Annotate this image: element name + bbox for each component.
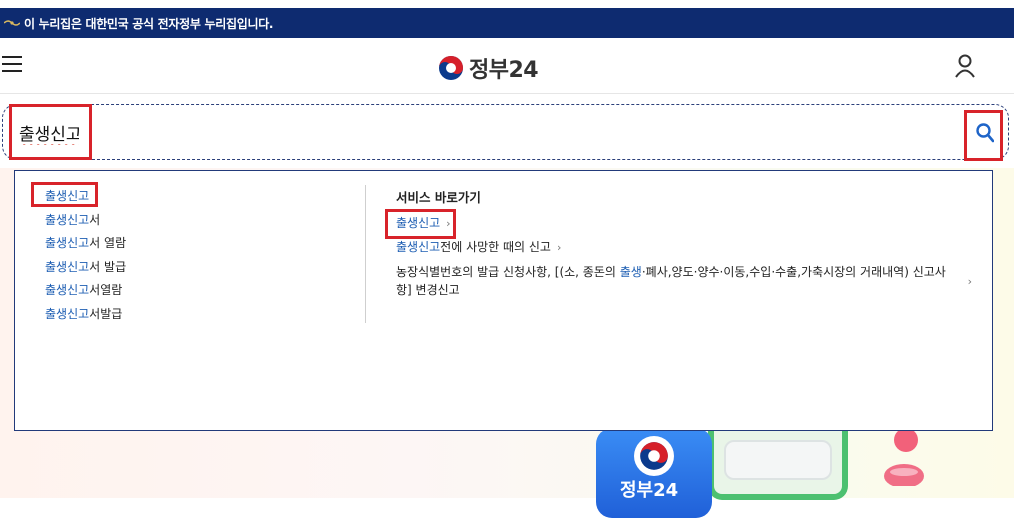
- service-link[interactable]: 농장식별번호의 발급 신청사항, [(소, 종돈의 출생·폐사,양도·양수·이동…: [396, 263, 972, 299]
- card-illustration: [708, 430, 848, 500]
- suggestion-item[interactable]: 출생신고서: [45, 209, 126, 233]
- taegeuk-logo-icon: [439, 56, 463, 80]
- phone-illustration: 정부24: [596, 428, 712, 518]
- service-link[interactable]: 출생신고 ›: [396, 211, 976, 235]
- suggestion-item[interactable]: 출생신고서 발급: [45, 256, 126, 280]
- gov24-logo[interactable]: 정부24: [438, 52, 539, 84]
- search-input-highlight: [9, 104, 92, 160]
- user-icon[interactable]: [954, 54, 976, 78]
- site-header: 정부24: [0, 38, 1014, 94]
- phone-label: 정부24: [620, 480, 679, 501]
- autocomplete-dropdown: 출생신고 출생신고서 출생신고서 열람 출생신고서 발급 출생신고서열람 출생신…: [14, 170, 993, 431]
- service-shortcuts: 서비스 바로가기 출생신고 › 출생신고전에 사망한 때의 신고 › 농장식별번호의…: [396, 187, 976, 299]
- chevron-right-icon: ›: [556, 241, 562, 254]
- person-illustration: [878, 426, 928, 488]
- gov-official-banner: 이 누리집은 대한민국 공식 전자정부 누리집입니다.: [0, 8, 1014, 38]
- service-link[interactable]: 출생신고전에 사망한 때의 신고 ›: [396, 235, 976, 259]
- suggestion-item[interactable]: 출생신고서 열람: [45, 232, 126, 256]
- suggestion-item[interactable]: 출생신고서열람: [45, 279, 126, 303]
- logo-text: 정부24: [469, 58, 539, 83]
- taegeuk-pattern-icon: [4, 19, 20, 27]
- taegeuk-logo-icon: [634, 436, 674, 476]
- service-shortcuts-title: 서비스 바로가기: [396, 190, 481, 205]
- search-bar: [2, 104, 1009, 160]
- suggestion-highlight: [31, 182, 98, 207]
- hamburger-menu-icon[interactable]: [2, 56, 22, 74]
- column-divider: [365, 185, 366, 323]
- chevron-right-icon: ›: [967, 275, 972, 288]
- banner-text: 이 누리집은 대한민국 공식 전자정부 누리집입니다.: [24, 16, 274, 31]
- service-link-highlight: [385, 209, 456, 239]
- search-button-highlight: [964, 110, 1003, 161]
- suggestion-item[interactable]: 출생신고서발급: [45, 303, 126, 327]
